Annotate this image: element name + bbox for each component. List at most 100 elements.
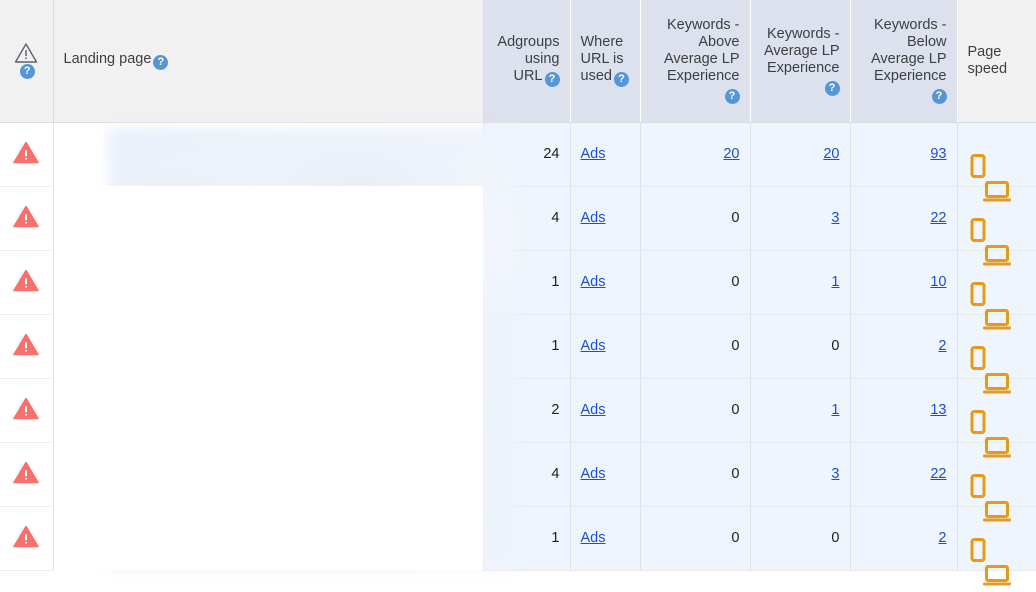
mobile-phone-icon[interactable] xyxy=(970,346,986,374)
keywords-above-average-value[interactable]: 20 xyxy=(723,146,739,162)
table-row: 1 Ads 0 1 10 xyxy=(0,250,1036,330)
keywords-below-average-cell: 2 xyxy=(850,506,958,571)
keywords-above-average-cell: 0 xyxy=(640,186,751,251)
column-header-keywords-above-average-label: Keywords - Above Average LP Experience xyxy=(663,17,740,85)
keywords-above-average-cell: 0 xyxy=(640,314,751,379)
keywords-below-average-value[interactable]: 22 xyxy=(930,466,946,482)
table-row: 1 Ads 0 0 2 xyxy=(0,314,1036,394)
landing-page-cell[interactable] xyxy=(53,442,484,506)
row-alert-cell xyxy=(0,122,54,187)
column-header-adgroups-using-url[interactable]: Adgroups using URL? xyxy=(483,0,571,123)
landing-page-cell[interactable] xyxy=(53,122,514,568)
column-header-keywords-average-label: Keywords - Average LP Experience xyxy=(763,25,840,76)
help-icon-keywords-below-average[interactable]: ? xyxy=(931,89,947,105)
header-row: ? Landing page? Adgroups using URL? Wher… xyxy=(0,0,1036,123)
keywords-average-value[interactable]: 3 xyxy=(831,210,839,226)
warning-triangle-icon[interactable] xyxy=(13,333,40,356)
mobile-phone-icon[interactable] xyxy=(970,154,986,182)
keywords-below-average-value[interactable]: 10 xyxy=(930,274,946,290)
adgroups-using-url-cell: 1 xyxy=(483,314,571,379)
keywords-above-average-value: 0 xyxy=(731,210,740,226)
laptop-desktop-icon[interactable] xyxy=(982,436,1012,464)
ads-link[interactable]: Ads xyxy=(581,402,606,418)
keywords-average-cell: 20 xyxy=(750,122,851,187)
help-icon-adgroups-using-url[interactable]: ? xyxy=(544,72,560,88)
row-alert-cell xyxy=(0,442,54,507)
landing-page-cell[interactable] xyxy=(53,314,484,378)
landing-page-cell[interactable] xyxy=(53,186,484,250)
column-header-keywords-above-average[interactable]: Keywords - Above Average LP Experience? xyxy=(640,0,751,123)
laptop-desktop-icon[interactable] xyxy=(982,500,1012,528)
warning-triangle-icon[interactable] xyxy=(13,397,40,420)
laptop-desktop-icon[interactable] xyxy=(982,564,1012,592)
where-url-is-used-cell: Ads xyxy=(570,506,641,571)
ads-link[interactable]: Ads xyxy=(581,146,606,162)
column-header-page-speed-label: Page speed xyxy=(967,43,1008,77)
warning-triangle-icon[interactable] xyxy=(13,525,40,548)
ads-link[interactable]: Ads xyxy=(581,274,606,290)
table-row: 2 Ads 0 1 13 xyxy=(0,378,1036,458)
row-alert-cell xyxy=(0,506,54,571)
keywords-above-average-value: 0 xyxy=(731,338,740,354)
adgroups-using-url-value: 1 xyxy=(551,338,560,354)
table-row: 1 Ads 0 0 2 xyxy=(0,506,1036,586)
row-alert-cell xyxy=(0,186,54,251)
keywords-below-average-value[interactable]: 2 xyxy=(938,530,946,546)
ads-link[interactable]: Ads xyxy=(581,530,606,546)
ads-link[interactable]: Ads xyxy=(581,338,606,354)
laptop-desktop-icon[interactable] xyxy=(982,308,1012,336)
landing-page-cell[interactable] xyxy=(53,250,484,314)
keywords-below-average-value[interactable]: 22 xyxy=(930,210,946,226)
warning-triangle-icon[interactable] xyxy=(13,461,40,484)
keywords-below-average-cell: 10 xyxy=(850,250,958,315)
row-alert-cell xyxy=(0,314,54,379)
adgroups-using-url-value: 1 xyxy=(551,530,560,546)
column-header-page-speed[interactable]: Page speed xyxy=(957,0,1036,123)
keywords-below-average-cell: 2 xyxy=(850,314,958,379)
keywords-below-average-value[interactable]: 2 xyxy=(938,338,946,354)
warning-triangle-icon[interactable] xyxy=(13,269,40,292)
keywords-average-value[interactable]: 1 xyxy=(831,274,839,290)
laptop-desktop-icon[interactable] xyxy=(982,372,1012,400)
table-header: ? Landing page? Adgroups using URL? Wher… xyxy=(0,0,1036,123)
help-icon-where-url-is-used[interactable]: ? xyxy=(613,72,629,88)
column-header-where-url-is-used[interactable]: Where URL is used? xyxy=(570,0,641,123)
keywords-average-value[interactable]: 3 xyxy=(831,466,839,482)
laptop-desktop-icon[interactable] xyxy=(982,244,1012,272)
help-icon-keywords-average[interactable]: ? xyxy=(824,80,840,96)
row-alert-cell xyxy=(0,378,54,443)
help-icon-alert[interactable]: ? xyxy=(19,64,35,80)
mobile-phone-icon[interactable] xyxy=(970,218,986,246)
column-header-keywords-average[interactable]: Keywords - Average LP Experience? xyxy=(750,0,851,123)
laptop-desktop-icon[interactable] xyxy=(982,180,1012,208)
column-header-landing-page[interactable]: Landing page? xyxy=(53,0,484,123)
mobile-phone-icon[interactable] xyxy=(970,474,986,502)
help-icon-keywords-above-average[interactable]: ? xyxy=(724,89,740,105)
keywords-below-average-value[interactable]: 13 xyxy=(930,402,946,418)
mobile-phone-icon[interactable] xyxy=(970,410,986,438)
column-header-keywords-below-average-label: Keywords - Below Average LP Experience xyxy=(870,17,947,85)
keywords-below-average-cell: 93 xyxy=(850,122,958,187)
keywords-average-cell: 3 xyxy=(750,186,851,251)
ads-link[interactable]: Ads xyxy=(581,466,606,482)
adgroups-using-url-value: 1 xyxy=(551,274,560,290)
warning-triangle-icon[interactable] xyxy=(13,141,40,164)
keywords-above-average-value: 0 xyxy=(731,466,740,482)
adgroups-using-url-value: 4 xyxy=(551,210,560,226)
help-icon-landing-page[interactable]: ? xyxy=(153,55,169,71)
keywords-average-cell: 0 xyxy=(750,506,851,571)
keywords-below-average-value[interactable]: 93 xyxy=(930,146,946,162)
mobile-phone-icon[interactable] xyxy=(970,538,986,566)
column-header-alert: ? xyxy=(0,0,54,123)
column-header-keywords-below-average[interactable]: Keywords - Below Average LP Experience? xyxy=(850,0,958,123)
mobile-phone-icon[interactable] xyxy=(970,282,986,310)
landing-page-cell[interactable] xyxy=(53,378,484,442)
keywords-below-average-cell: 22 xyxy=(850,186,958,251)
keywords-average-value[interactable]: 20 xyxy=(823,146,839,162)
warning-triangle-icon[interactable] xyxy=(13,205,40,228)
ads-link[interactable]: Ads xyxy=(581,210,606,226)
page-speed-cell xyxy=(957,122,1036,202)
landing-page-cell[interactable] xyxy=(53,506,484,570)
keywords-average-value[interactable]: 1 xyxy=(831,402,839,418)
where-url-is-used-cell: Ads xyxy=(570,314,641,379)
